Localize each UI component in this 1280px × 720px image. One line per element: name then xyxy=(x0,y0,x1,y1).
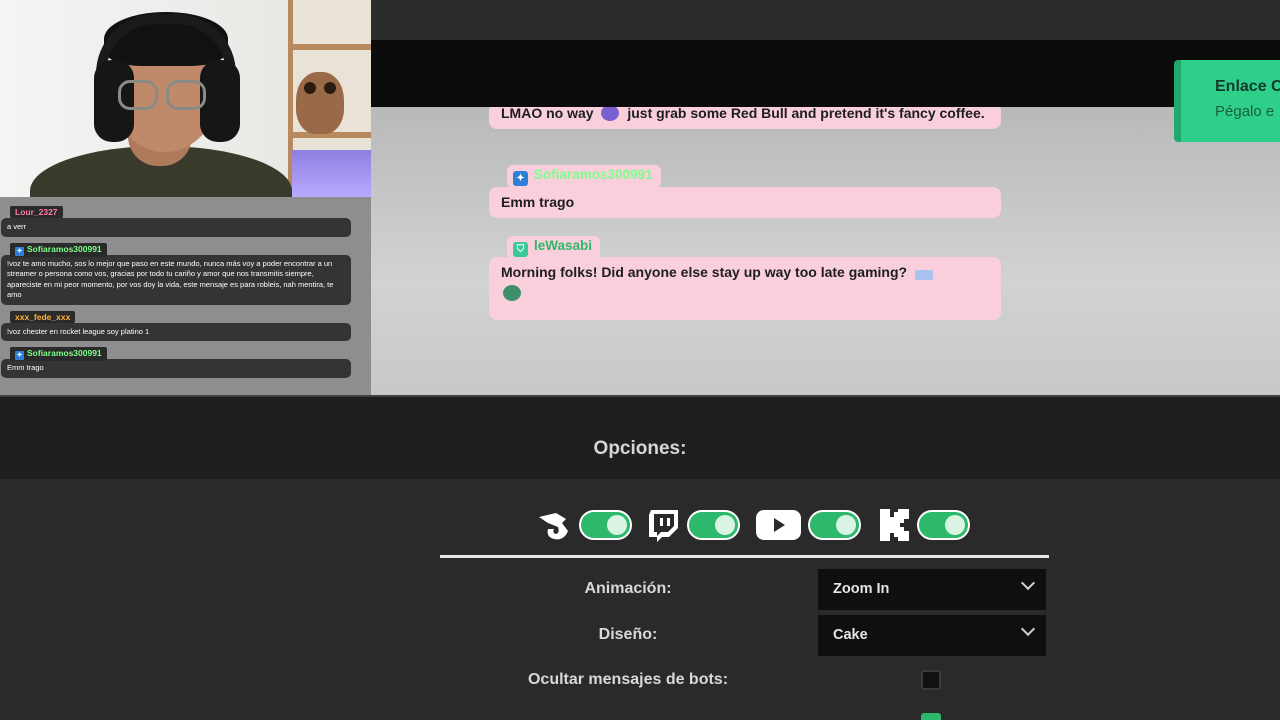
options-title: Opciones: xyxy=(593,438,687,459)
toggle-knob xyxy=(607,515,627,535)
options-header xyxy=(0,395,1280,479)
shelf-board xyxy=(290,132,371,138)
top-bar xyxy=(371,0,1280,40)
shelf-board xyxy=(290,44,371,50)
emote-icon xyxy=(503,285,521,301)
chat-text: a verr xyxy=(1,218,351,237)
prime-badge-icon: ✦ xyxy=(15,351,24,360)
preview-message-text: Emm trago xyxy=(501,194,575,210)
chat-message: ✦ Sofiaramos300991 !voz te amo mucho, sos… xyxy=(1,239,351,305)
chat-preview: LMAO no way just grab some Red Bull and … xyxy=(371,107,1280,395)
preview-message-bubble: Morning folks! Did anyone else stay up w… xyxy=(489,257,1001,320)
next-option-checkbox[interactable] xyxy=(921,713,941,720)
chat-message: ✦ Sofiaramos300991 Emm trago xyxy=(1,343,351,378)
toast-title: Enlace C xyxy=(1215,78,1280,95)
glasses-lens xyxy=(166,80,206,110)
kick-icon xyxy=(880,509,909,541)
chat-username-text: Sofiaramos300991 xyxy=(27,348,102,358)
toggle-knob xyxy=(945,515,965,535)
chat-text: !voz chester en rocket league soy platin… xyxy=(1,322,351,341)
chevron-down-icon xyxy=(1020,621,1036,637)
youtube-icon xyxy=(756,510,801,540)
chameleon-icon xyxy=(539,513,568,540)
preview-username-tag: ⛉ leWasabi xyxy=(507,236,601,259)
platform-toggle-2[interactable] xyxy=(687,510,740,540)
platform-toggle-4[interactable] xyxy=(917,510,970,540)
preview-message-bubble: LMAO no way just grab some Red Bull and … xyxy=(489,107,1001,129)
preview-message-text: LMAO no way xyxy=(501,107,594,121)
chat-message: xxx_fede_xxx !voz chester en rocket leag… xyxy=(1,307,351,341)
glasses-lens xyxy=(118,80,158,110)
chat-text: Emm trago xyxy=(1,359,351,378)
chat-username: xxx_fede_xxx xyxy=(10,310,76,323)
preview-message-text: Morning folks! Did anyone else stay up w… xyxy=(501,264,908,280)
emote-icon xyxy=(914,270,933,280)
chat-message: Lour_2327 a verr xyxy=(1,202,351,237)
hide-bots-label: Ocultar mensajes de bots: xyxy=(527,671,729,688)
prime-badge-icon: ✦ xyxy=(15,246,24,256)
plush-eye xyxy=(324,82,336,94)
preview-username: leWasabi xyxy=(534,238,593,253)
preview-message-bubble: Emm trago xyxy=(489,187,1001,218)
animation-select[interactable]: Zoom In xyxy=(818,569,1046,610)
emote-icon xyxy=(601,107,620,121)
preview-username-tag: ✦ Sofiaramos300991 xyxy=(507,165,661,188)
chat-text: !voz te amo mucho, sos lo mejor que paso… xyxy=(1,254,351,305)
toggle-knob xyxy=(715,515,735,535)
plush-eye xyxy=(304,82,316,94)
chevron-down-icon xyxy=(1020,575,1036,591)
headphone-right xyxy=(200,60,240,142)
twitch-icon xyxy=(649,510,678,542)
url-bar-area xyxy=(371,40,1280,107)
led-glow xyxy=(292,150,371,197)
webcam-feed xyxy=(0,0,371,197)
hide-bots-checkbox[interactable] xyxy=(921,670,941,690)
animation-label: Animación: xyxy=(584,580,672,597)
plush-toy xyxy=(296,72,344,134)
chat-overlay: Lour_2327 a verr ✦ Sofiaramos300991 !voz … xyxy=(0,197,371,395)
design-select[interactable]: Cake xyxy=(818,615,1046,656)
toast-subtitle: Pégalo e xyxy=(1215,103,1275,120)
options-divider xyxy=(440,555,1049,558)
link-toast[interactable]: Enlace C Pégalo e xyxy=(1174,60,1280,142)
chat-username: ✦ Sofiaramos300991 xyxy=(10,242,107,257)
platform-toggle-3[interactable] xyxy=(808,510,861,540)
toggle-knob xyxy=(836,515,856,535)
design-select-value: Cake xyxy=(833,627,868,643)
chat-username: ✦ Sofiaramos300991 xyxy=(10,347,107,361)
chat-username: Lour_2327 xyxy=(10,206,63,218)
shield-badge-icon: ⛉ xyxy=(513,242,528,257)
platform-toggle-1[interactable] xyxy=(579,510,632,540)
preview-username: Sofiaramos300991 xyxy=(534,167,653,182)
animation-select-value: Zoom In xyxy=(833,581,890,597)
chat-username-text: Sofiaramos300991 xyxy=(27,243,102,254)
prime-badge-icon: ✦ xyxy=(513,171,528,186)
design-label: Diseño: xyxy=(598,626,658,643)
preview-message-text: just grab some Red Bull and pretend it's… xyxy=(627,107,985,121)
